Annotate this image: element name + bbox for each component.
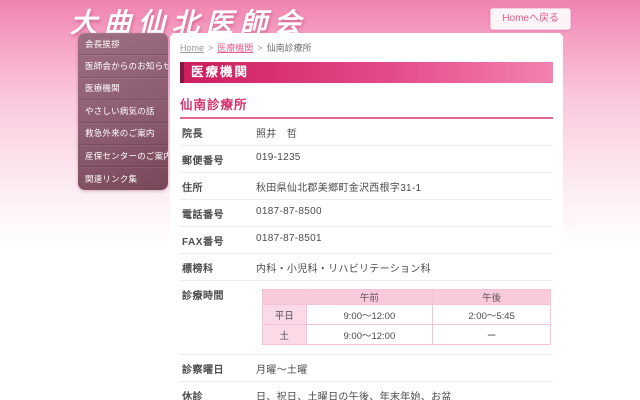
sidebar: 会長挨拶 医師会からのお知らせ 医療機関 やさしい病気の話 救急外来のご案内 産… <box>78 33 168 190</box>
sidebar-item-emergency[interactable]: 救急外来のご案内 <box>78 123 168 145</box>
detail-value: 内科・小児科・リハビリテーション科 <box>256 260 431 275</box>
schedule-cell-pm: 2:00〜5:45 <box>433 305 551 325</box>
schedule-row-label: 平日 <box>263 305 307 325</box>
detail-label: 住所 <box>182 179 256 194</box>
breadcrumb-separator: > <box>257 43 262 53</box>
detail-row-address: 住所 秋田県仙北郡美郷町金沢西根字31-1 <box>180 173 553 200</box>
detail-label: 診療時間 <box>182 287 256 302</box>
detail-row-departments: 標榜科 内科・小児科・リハビリテーション科 <box>180 254 553 281</box>
breadcrumb-home-link[interactable]: Home <box>180 43 204 53</box>
breadcrumb-separator: > <box>208 43 213 53</box>
breadcrumb-current: 仙南診療所 <box>267 43 312 53</box>
detail-label: 標榜科 <box>182 260 256 275</box>
detail-label: 電話番号 <box>182 206 256 221</box>
detail-row-director: 院長 照井 哲 <box>180 119 553 146</box>
detail-label: FAX番号 <box>182 233 256 248</box>
detail-row-fax: FAX番号 0187-87-8501 <box>180 227 553 254</box>
schedule-cell-am: 9:00〜12:00 <box>306 325 433 345</box>
breadcrumb-section-link[interactable]: 医療機関 <box>217 43 253 53</box>
detail-value: 照井 哲 <box>256 125 297 140</box>
clinic-name-heading: 仙南診療所 <box>180 94 553 119</box>
schedule-row-saturday: 土 9:00〜12:00 ー <box>263 325 551 345</box>
detail-value: 日、祝日、土曜日の午後、年末年始、お盆 <box>256 388 452 400</box>
detail-value: 秋田県仙北郡美郷町金沢西根字31-1 <box>256 179 421 194</box>
detail-row-postal-code: 郵便番号 019-1235 <box>180 146 553 173</box>
schedule-cell-am: 9:00〜12:00 <box>306 305 433 325</box>
schedule-table: 午前 午後 平日 9:00〜12:00 2:00〜5:45 土 9:00〜12:… <box>262 289 551 345</box>
sidebar-item-greeting[interactable]: 会長挨拶 <box>78 33 168 55</box>
section-title: 医療機関 <box>180 62 553 83</box>
sidebar-item-news[interactable]: 医師会からのお知らせ <box>78 55 168 77</box>
detail-value: 月曜〜土曜 <box>256 361 308 376</box>
schedule-col-am: 午前 <box>306 290 433 305</box>
sidebar-item-disease-talk[interactable]: やさしい病気の話 <box>78 100 168 122</box>
breadcrumb: Home > 医療機関 > 仙南診療所 <box>180 41 553 54</box>
detail-value: 0187-87-8500 <box>256 206 322 217</box>
detail-label: 院長 <box>182 125 256 140</box>
schedule-header-row: 午前 午後 <box>263 290 551 305</box>
schedule-row-label: 土 <box>263 325 307 345</box>
sidebar-item-sanpo-center[interactable]: 産保センターのご案内 <box>78 145 168 167</box>
schedule-corner-cell <box>263 290 307 305</box>
detail-row-phone: 電話番号 0187-87-8500 <box>180 200 553 227</box>
detail-row-hours: 診療時間 午前 午後 平日 9:00〜12:00 2:00〜5:45 土 9:0… <box>180 281 553 355</box>
detail-label: 郵便番号 <box>182 152 256 167</box>
detail-label: 診察曜日 <box>182 361 256 376</box>
detail-value: 0187-87-8501 <box>256 233 322 244</box>
detail-row-closed: 休診 日、祝日、土曜日の午後、年末年始、お盆 <box>180 382 553 400</box>
detail-value: 019-1235 <box>256 152 301 163</box>
schedule-col-pm: 午後 <box>433 290 551 305</box>
schedule-cell-pm: ー <box>433 325 551 345</box>
schedule-row-weekday: 平日 9:00〜12:00 2:00〜5:45 <box>263 305 551 325</box>
home-button[interactable]: Homeへ戻る <box>490 8 571 30</box>
detail-label: 休診 <box>182 388 256 400</box>
sidebar-item-links[interactable]: 関連リンク集 <box>78 167 168 189</box>
main-content: Home > 医療機関 > 仙南診療所 医療機関 仙南診療所 院長 照井 哲 郵便番号 … <box>170 33 563 400</box>
detail-row-consultation-days: 診察曜日 月曜〜土曜 <box>180 355 553 382</box>
sidebar-item-medical-institutions[interactable]: 医療機関 <box>78 78 168 100</box>
